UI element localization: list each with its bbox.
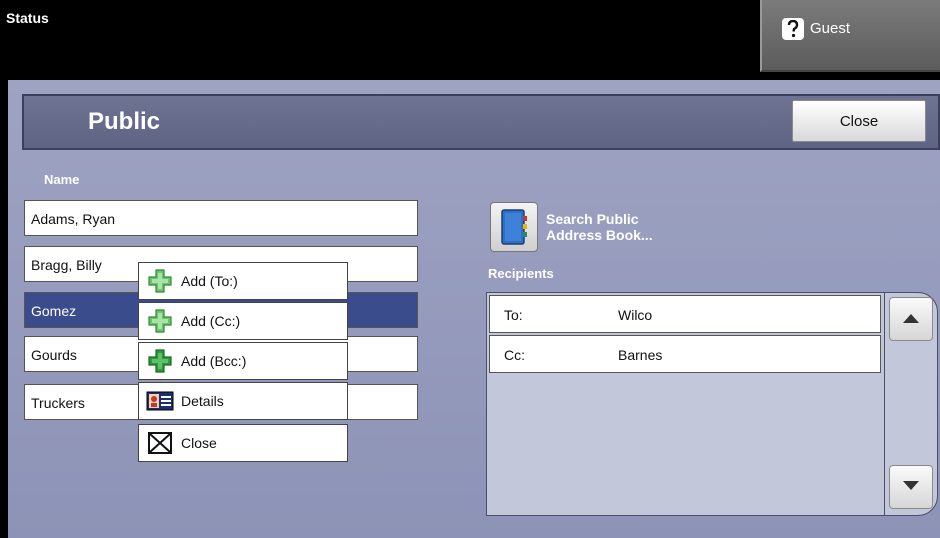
public-address-book-panel: Public Close Name Adams, Ryan Bragg, Bil…: [8, 80, 940, 538]
close-box-icon: [145, 431, 175, 455]
recipient-value: Wilco: [618, 307, 653, 323]
menu-item-label: Close: [181, 435, 217, 451]
recipient-type: To:: [504, 307, 523, 323]
recipient-row-cc[interactable]: Cc: Barnes: [489, 335, 881, 373]
menu-item-label: Add (To:): [181, 273, 238, 289]
plus-icon: [145, 269, 175, 293]
page-title: Public: [88, 108, 161, 135]
menu-item-add-bcc[interactable]: Add (Bcc:): [138, 342, 348, 380]
menu-item-label: Add (Bcc:): [181, 353, 247, 369]
guest-button[interactable]: Guest: [760, 0, 940, 72]
search-label-line2: Address Book...: [546, 227, 653, 243]
recipient-type: Cc:: [504, 347, 525, 363]
arrow-down-icon: [901, 479, 921, 495]
scroll-down-button[interactable]: [889, 465, 933, 509]
scroll-up-button[interactable]: [889, 297, 933, 341]
menu-item-close[interactable]: Close: [138, 424, 348, 462]
question-icon: [782, 18, 804, 40]
recipient-value: Barnes: [618, 347, 663, 363]
plus-icon: [145, 309, 175, 333]
search-public-address-book[interactable]: Search Public Address Book...: [490, 202, 706, 252]
recipients-list: To: Wilco Cc: Barnes: [486, 292, 886, 516]
recipient-row-to[interactable]: To: Wilco: [489, 295, 881, 333]
search-label: Search Public Address Book...: [546, 211, 706, 243]
menu-item-add-to[interactable]: Add (To:): [138, 262, 348, 300]
contact-card-icon: [145, 389, 175, 413]
name-column-header: Name: [44, 172, 80, 187]
status-bar: Status Guest: [0, 0, 940, 80]
menu-item-details[interactable]: Details: [138, 382, 348, 420]
arrow-up-icon: [901, 311, 921, 327]
recipients-scrollbar[interactable]: [884, 292, 938, 516]
plus-icon: [145, 349, 175, 373]
address-book-icon: [490, 202, 538, 252]
close-button[interactable]: Close: [792, 100, 926, 142]
recipients-header: Recipients: [488, 266, 554, 281]
guest-label: Guest: [810, 20, 851, 37]
menu-item-add-cc[interactable]: Add (Cc:): [138, 302, 348, 340]
menu-item-label: Details: [181, 393, 224, 409]
search-label-line1: Search Public: [546, 211, 639, 227]
name-row-adams-ryan[interactable]: Adams, Ryan: [24, 200, 418, 236]
menu-item-label: Add (Cc:): [181, 313, 241, 329]
status-label[interactable]: Status: [6, 10, 49, 26]
